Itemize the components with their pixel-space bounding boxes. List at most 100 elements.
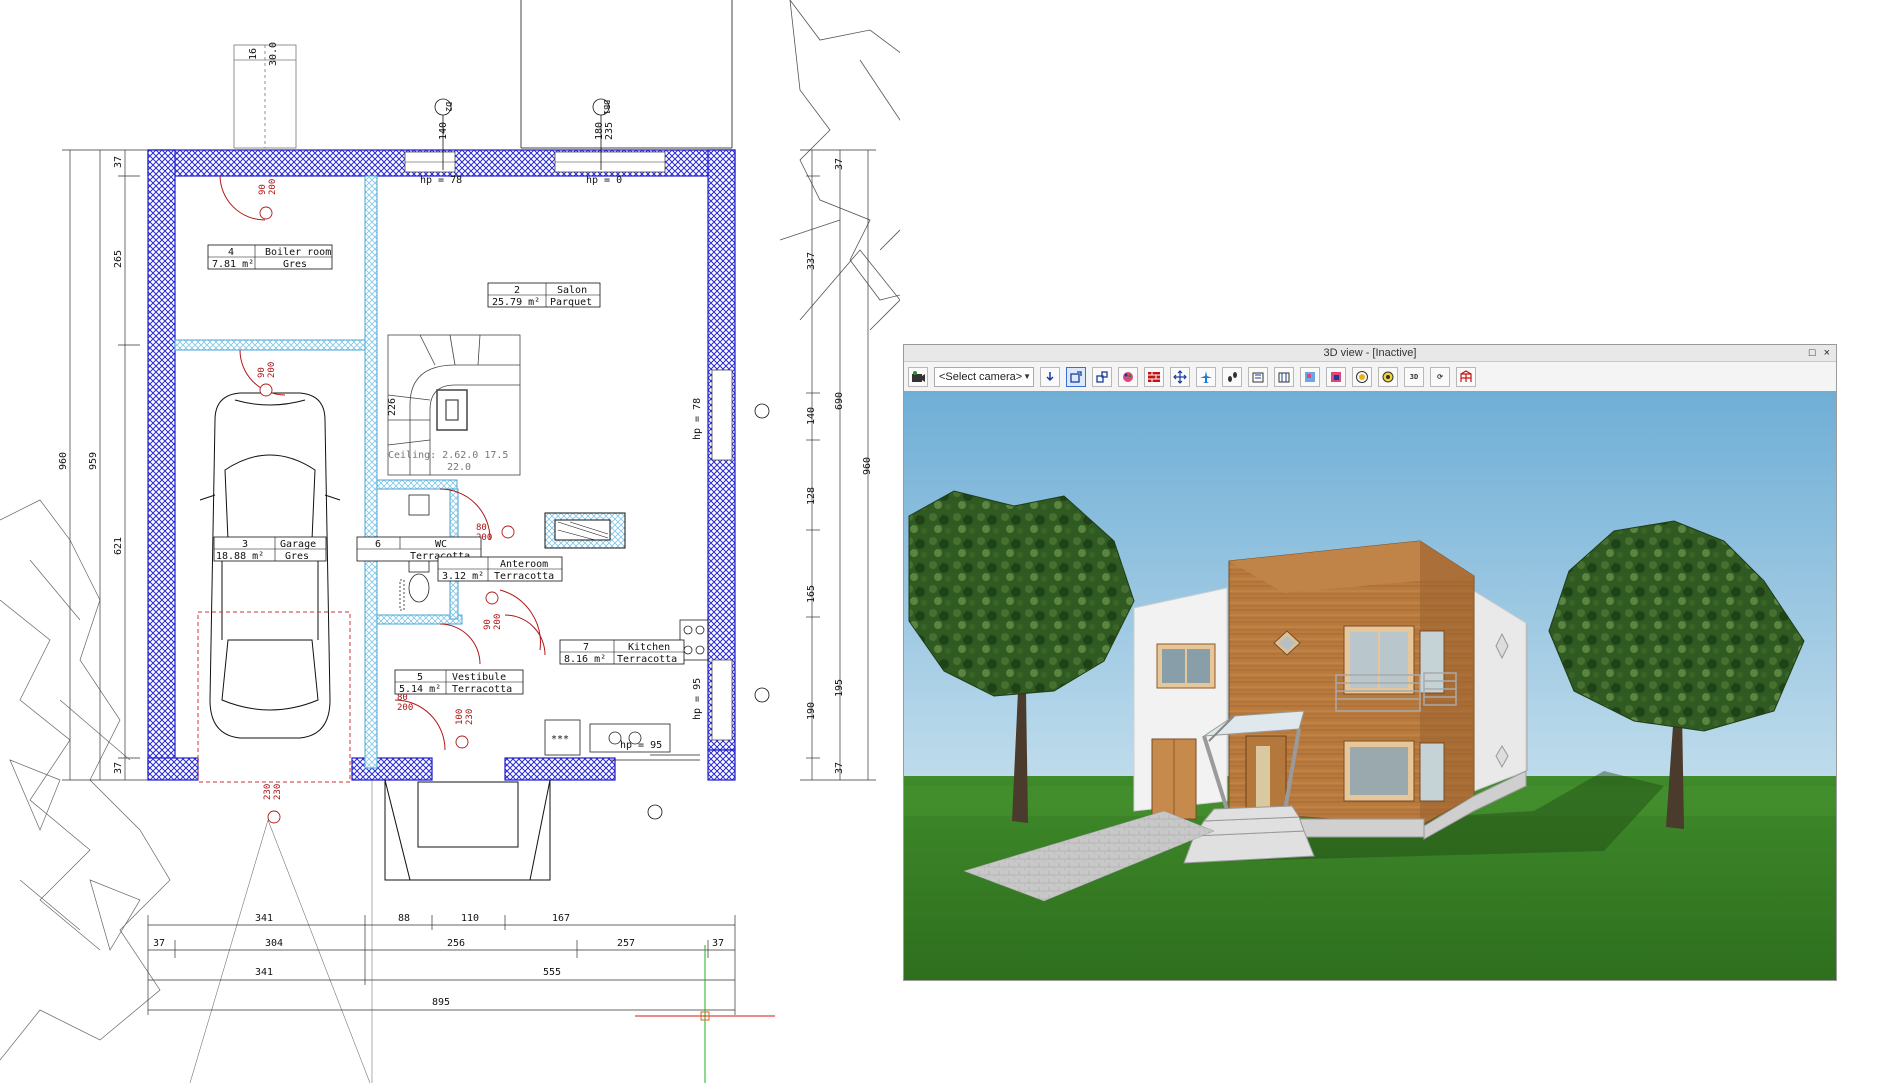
- camera-select-value: <Select camera>: [939, 370, 1023, 383]
- room-name: Boiler room: [265, 247, 331, 258]
- 3d-view-window[interactable]: 3D view - [Inactive] □ × <Select camera>…: [903, 344, 1837, 981]
- room-number: 6: [375, 539, 381, 550]
- material-icon[interactable]: [1300, 366, 1320, 387]
- window-titlebar[interactable]: 3D view - [Inactive] □ ×: [904, 345, 1836, 362]
- sun-icon[interactable]: [1352, 366, 1372, 387]
- camera-select[interactable]: <Select camera> ▼: [934, 366, 1034, 387]
- dim-bottom-167: 167: [552, 913, 570, 924]
- room-number: 7: [583, 642, 589, 653]
- room-label-garage[interactable]: 3 Garage 18.88 m² Gres: [213, 536, 327, 562]
- restore-icon[interactable]: □: [1809, 345, 1816, 361]
- chimney-box: [233, 44, 297, 149]
- dim-right-bottom: 37: [834, 762, 845, 774]
- door-label-6b: 230: [273, 784, 283, 800]
- dim-left-total: 960: [58, 452, 69, 470]
- room-label-vestibule[interactable]: 5 Vestibule 5.14 m² Terracotta: [394, 669, 524, 695]
- car-top-view: [199, 392, 341, 739]
- section-front-icon[interactable]: [1248, 366, 1268, 387]
- dimension-lines-left: [62, 149, 148, 781]
- 3d-view-icon[interactable]: ⟳: [1430, 366, 1450, 387]
- section-side-icon[interactable]: [1274, 366, 1294, 387]
- wall-texture-icon[interactable]: [1144, 366, 1164, 387]
- ceiling-value: 22.0: [447, 462, 471, 473]
- room-label-boiler[interactable]: 4 Boiler room 7.81 m² Gres: [207, 244, 333, 270]
- dim-bottom-37-b: 37: [712, 938, 724, 949]
- section-marker-dim-a: 140: [438, 122, 449, 140]
- door-label-1b: 200: [268, 179, 278, 195]
- room-label-kitchen[interactable]: 7 Kitchen 8.16 m² Terracotta: [559, 639, 685, 665]
- neighbor-outline: [520, 0, 733, 149]
- camera-dropdown-icon[interactable]: [1040, 366, 1060, 387]
- room-name: Salon: [557, 285, 587, 296]
- hp-label-right: hp = 78: [692, 398, 703, 440]
- dim-bottom-88: 88: [398, 913, 410, 924]
- entry-steps[interactable]: [384, 779, 551, 881]
- door-label-4a: 90: [483, 619, 493, 630]
- dim-bottom-555: 555: [543, 967, 561, 978]
- room-area: 5.14 m²: [399, 684, 441, 695]
- hp-label-bottom: hp = 95: [620, 740, 662, 751]
- door-label-2b: 200: [267, 362, 277, 378]
- dim-left-inner: 959: [88, 452, 99, 470]
- dim-right-128: 128: [806, 487, 817, 505]
- section-marker-dim-c: 235: [604, 122, 615, 140]
- room-area: 3.12 m²: [442, 571, 484, 582]
- render-icon[interactable]: [908, 366, 928, 387]
- room-label-salon[interactable]: 2 Salon 25.79 m² Parquet: [487, 282, 601, 308]
- color-palette-icon[interactable]: [1118, 366, 1138, 387]
- dim-right-690: 690: [834, 392, 845, 410]
- dim-left-top: 37: [113, 156, 124, 168]
- dim-bottom-341-b: 341: [255, 967, 273, 978]
- lights-icon[interactable]: [1326, 366, 1346, 387]
- 3d-mode-icon[interactable]: 3D: [1404, 366, 1424, 387]
- garage-door-swing: [197, 611, 351, 783]
- close-icon[interactable]: ×: [1824, 345, 1830, 361]
- dim-right-337: 337: [806, 252, 817, 270]
- room-area: 7.81 m²: [212, 259, 254, 270]
- room-label-anteroom[interactable]: Anteroom 3.12 m² Terracotta: [437, 556, 563, 582]
- render-settings-icon[interactable]: [1378, 366, 1398, 387]
- room-name: WC: [435, 539, 447, 550]
- dim-left-garage: 621: [113, 537, 124, 555]
- zoom-window-icon[interactable]: [1092, 366, 1112, 387]
- fireplace[interactable]: [544, 512, 626, 549]
- room-number: 2: [514, 285, 520, 296]
- dim-bottom-256: 256: [447, 938, 465, 949]
- stair-height-label: 226: [387, 398, 398, 416]
- door-label-6a: 230: [263, 784, 273, 800]
- door-label-5a: 100: [455, 709, 465, 725]
- dim-right-165: 165: [806, 585, 817, 603]
- door-label-4b: 200: [493, 614, 503, 630]
- dim-right-total: 960: [862, 457, 873, 475]
- door-label-2a: 90: [257, 367, 267, 378]
- fly-icon[interactable]: [1196, 366, 1216, 387]
- room-name: Anteroom: [500, 559, 548, 570]
- dim-right-top: 37: [834, 158, 845, 170]
- door-label-3a: 80: [476, 523, 487, 533]
- walk-icon[interactable]: [1222, 366, 1242, 387]
- room-floor: Terracotta: [617, 654, 677, 665]
- window-title: 3D view - [Inactive]: [1323, 347, 1417, 359]
- zoom-extents-icon[interactable]: [1066, 366, 1086, 387]
- door-label-7b: 200: [397, 703, 413, 713]
- room-floor: Terracotta: [494, 571, 554, 582]
- room-floor: Terracotta: [452, 684, 512, 695]
- floor-plan-canvas[interactable]: 16 30.0 226 Ceiling: 2.62.0 17.5 22.0 **…: [0, 0, 900, 1083]
- dim-left-bottom: 37: [113, 762, 124, 774]
- room-name: Vestibule: [452, 672, 506, 683]
- room-number: 5: [417, 672, 423, 683]
- door-label-5b: 230: [465, 709, 475, 725]
- structure-icon[interactable]: [1456, 366, 1476, 387]
- room-name: Garage: [280, 539, 316, 550]
- dim-bottom-895: 895: [432, 997, 450, 1008]
- pan-icon[interactable]: [1170, 366, 1190, 387]
- section-marker-d2: D2: [444, 102, 453, 112]
- hp-label-top: hp = 78: [420, 175, 462, 186]
- chevron-down-icon: ▼: [1023, 372, 1031, 381]
- room-floor: Gres: [283, 259, 307, 270]
- 3d-scene-viewport[interactable]: [904, 391, 1836, 980]
- hp-label-top-2: hp = 0: [586, 175, 622, 186]
- camera-sight-lines: [189, 780, 373, 1083]
- dim-right-140: 140: [806, 407, 817, 425]
- room-number: 3: [242, 539, 248, 550]
